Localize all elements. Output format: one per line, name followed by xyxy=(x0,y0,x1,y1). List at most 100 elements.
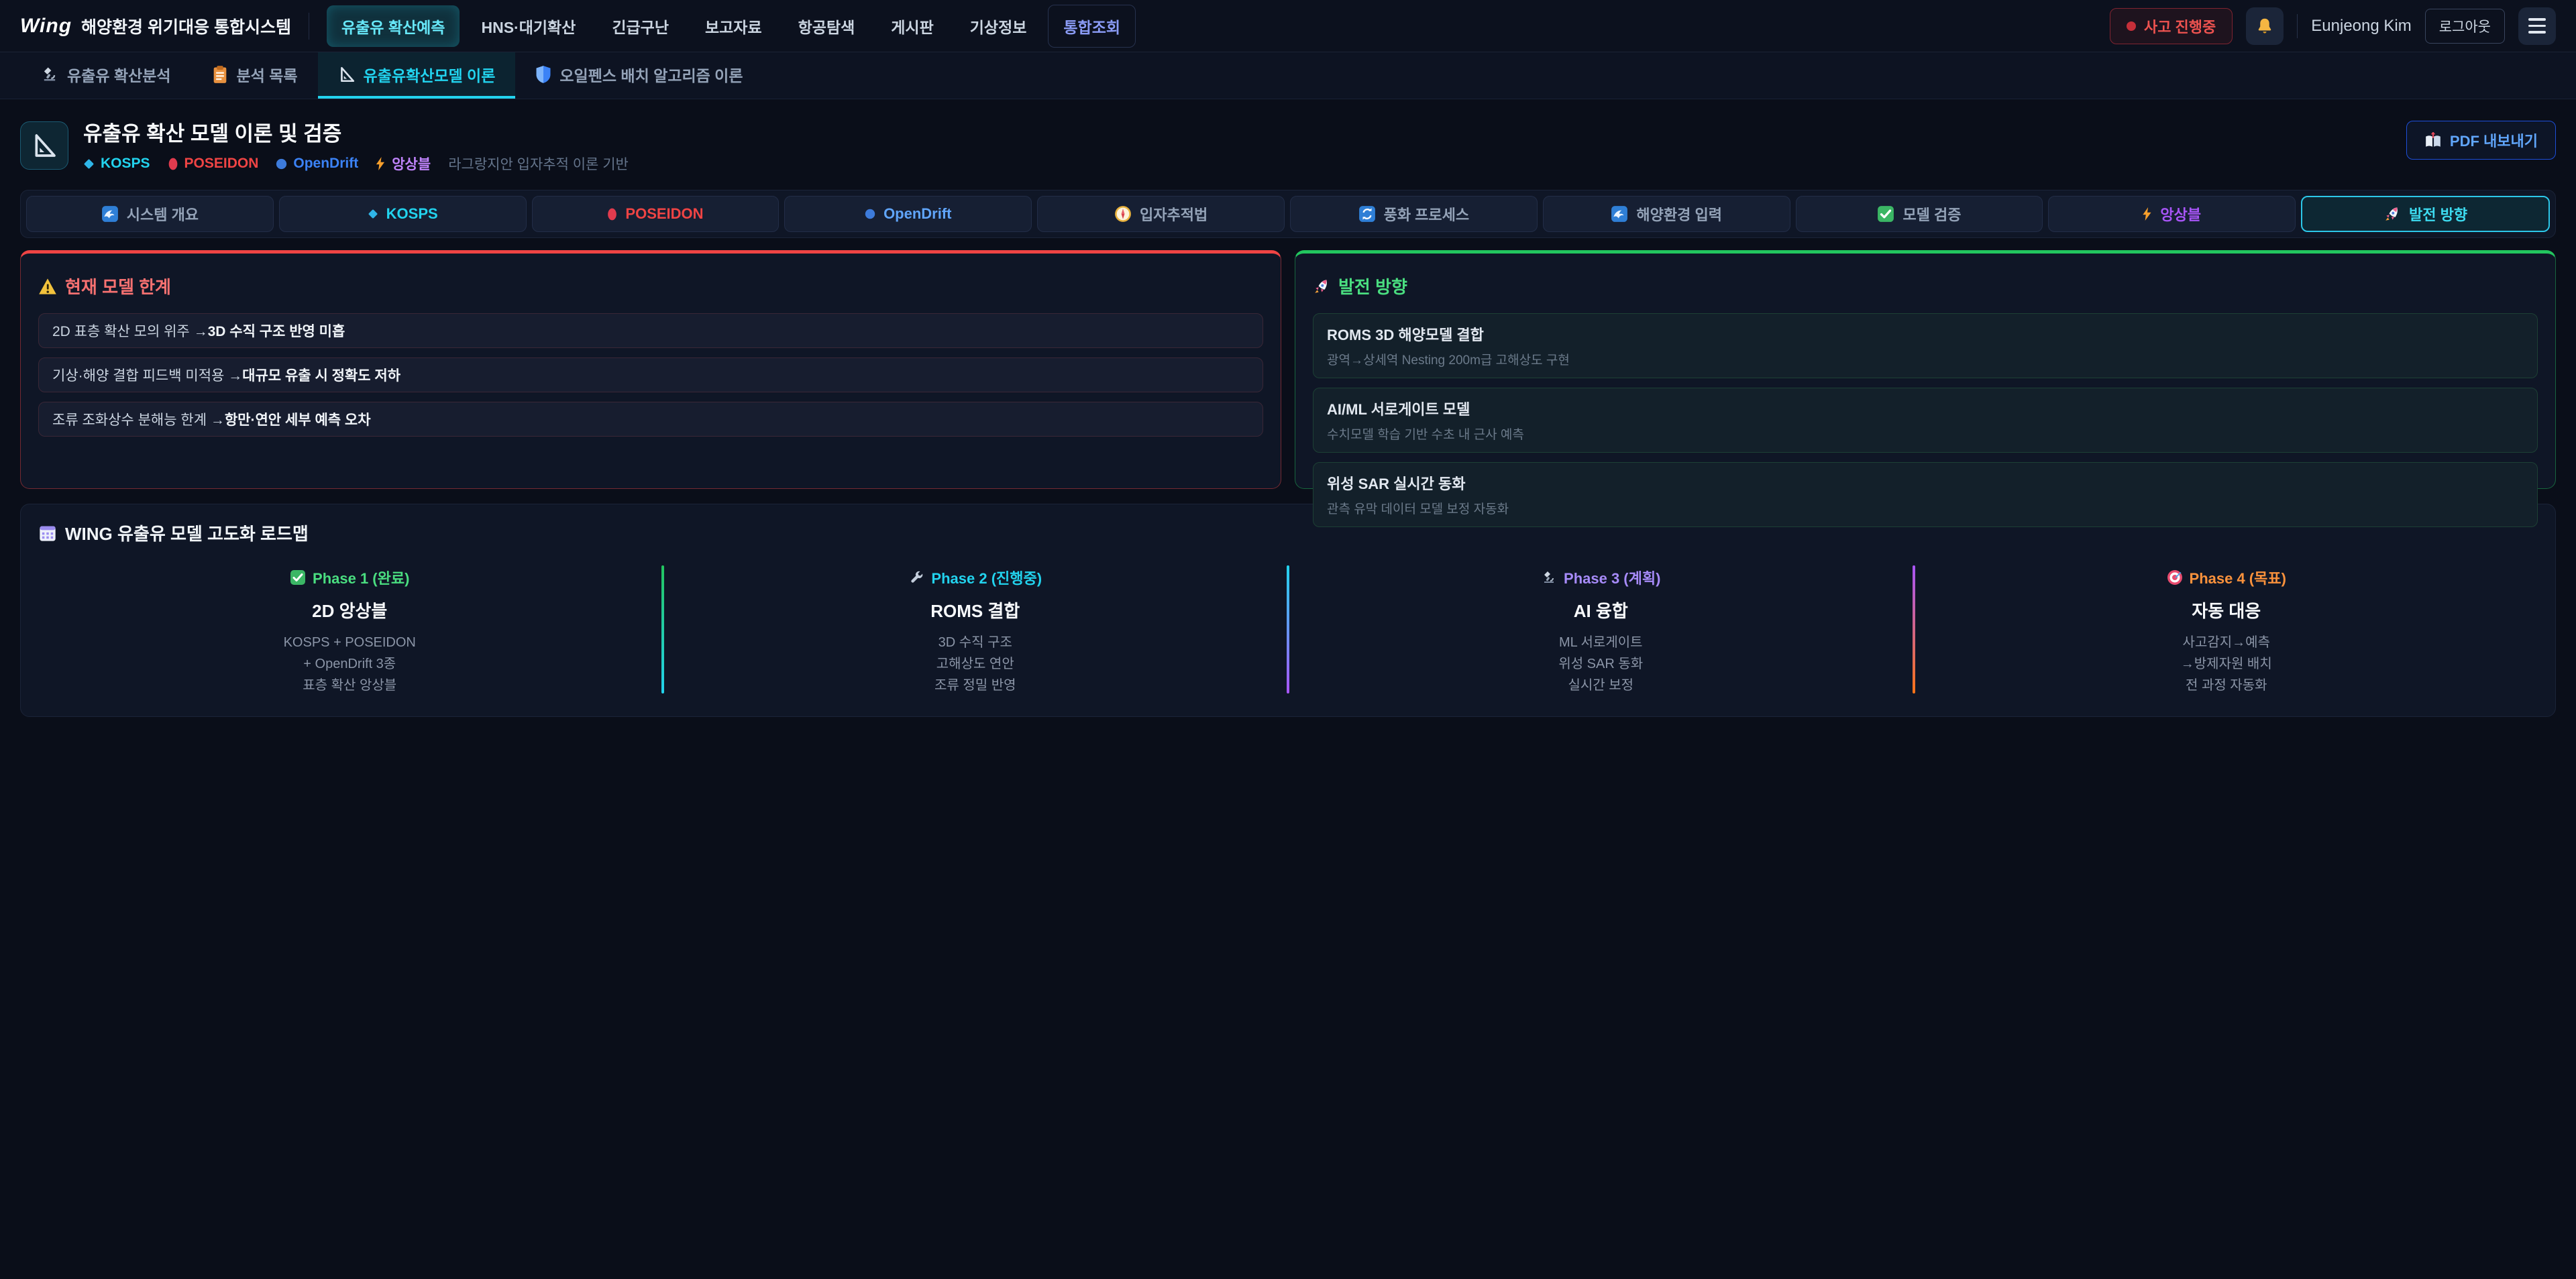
header-right: 사고 진행중 Eunjeong Kim 로그아웃 xyxy=(2110,7,2556,45)
current-model-limitations-card: 현재 모델 한계 2D 표층 확산 모의 위주 → 3D 수직 구조 반영 미흡… xyxy=(20,250,1281,489)
pill-ensemble[interactable]: 앙상블 xyxy=(2048,196,2296,232)
pill-kosps[interactable]: KOSPS xyxy=(279,196,527,232)
calendar-icon xyxy=(38,524,57,543)
section-pill-nav: 시스템 개요 KOSPS POSEIDON OpenDrift 입자추적법 풍화… xyxy=(20,190,2556,238)
logout-button[interactable]: 로그아웃 xyxy=(2425,9,2505,44)
phase-line: 고해상도 연안 xyxy=(664,653,1287,675)
menu-button[interactable] xyxy=(2518,7,2556,45)
future-item: 위성 SAR 실시간 동화 관측 유막 데이터 모델 보정 자동화 xyxy=(1313,462,2538,527)
notifications-button[interactable] xyxy=(2246,7,2284,45)
pill-poseidon[interactable]: POSEIDON xyxy=(532,196,780,232)
nav-weather-info[interactable]: 기상정보 xyxy=(955,5,1042,47)
menu-icon xyxy=(2528,18,2546,34)
future-item: ROMS 3D 해양모델 결합 광역→상세역 Nesting 200m급 고해상… xyxy=(1313,313,2538,378)
tab-label: 오일펜스 배치 알고리즘 이론 xyxy=(559,63,743,86)
wrench-icon xyxy=(908,569,924,586)
phase-1: Phase 1 (완료) 2D 앙상블 KOSPS + POSEIDON + O… xyxy=(38,563,661,696)
ruler-icon xyxy=(31,132,58,159)
badge-opendrift: OpenDrift xyxy=(276,156,358,172)
limitation-item: 2D 표층 확산 모의 위주 → 3D 수직 구조 반영 미흡 xyxy=(38,313,1263,348)
ruler-icon xyxy=(338,66,356,83)
pill-weathering-process[interactable]: 풍화 프로세스 xyxy=(1290,196,1538,232)
pill-future-direction[interactable]: 발전 방향 xyxy=(2301,196,2550,232)
phase-4: Phase 4 (목표) 자동 대응 사고감지→예측 →방제자원 배치 전 과정… xyxy=(1915,563,2538,696)
phase-line: 사고감지→예측 xyxy=(1915,632,2538,653)
phase-4-badge: Phase 4 (목표) xyxy=(2167,567,2286,588)
rocket-icon xyxy=(2383,205,2401,223)
page-title: 유출유 확산 모델 이론 및 검증 xyxy=(83,117,629,147)
wing-logo: Wing xyxy=(20,15,72,38)
content-panels: 현재 모델 한계 2D 표층 확산 모의 위주 → 3D 수직 구조 반영 미흡… xyxy=(20,250,2556,489)
nav-board[interactable]: 게시판 xyxy=(876,5,948,47)
check-icon xyxy=(290,569,306,586)
limitations-title: 현재 모델 한계 xyxy=(65,274,171,298)
check-icon xyxy=(1877,205,1894,223)
blue-circle-icon xyxy=(276,158,287,170)
bell-icon xyxy=(2255,16,2275,36)
nav-oil-spill-forecast[interactable]: 유출유 확산예측 xyxy=(327,5,460,47)
page-title-group: 유출유 확산 모델 이론 및 검증 KOSPS POSEIDON OpenDri… xyxy=(83,117,629,174)
phase-1-title: 2D 앙상블 xyxy=(38,598,661,622)
phase-line: + OpenDrift 3종 xyxy=(38,653,661,675)
phase-1-badge: Phase 1 (완료) xyxy=(290,567,409,588)
tab-diffusion-model-theory[interactable]: 유출유확산모델 이론 xyxy=(318,52,516,99)
main-nav: 유출유 확산예측 HNS·대기확산 긴급구난 보고자료 항공탐색 게시판 기상정… xyxy=(327,5,1136,48)
incident-status-label: 사고 진행중 xyxy=(2144,15,2216,37)
tab-spill-analysis[interactable]: 유출유 확산분석 xyxy=(20,52,191,99)
pdf-export-button[interactable]: PDF 내보내기 xyxy=(2406,121,2556,160)
limitation-item: 조류 조화상수 분해능 한계 → 항만·연안 세부 예측 오차 xyxy=(38,402,1263,437)
diamond-icon xyxy=(368,209,378,219)
phase-3: Phase 3 (계획) AI 융합 ML 서로게이트 위성 SAR 동화 실시… xyxy=(1289,563,1913,696)
incident-status-badge[interactable]: 사고 진행중 xyxy=(2110,8,2233,44)
microscope-icon xyxy=(1541,569,1557,586)
bolt-icon xyxy=(376,157,386,170)
refresh-icon xyxy=(1358,205,1376,223)
limitation-item: 기상·해양 결합 피드백 미적용 → 대규모 유출 시 정확도 저하 xyxy=(38,357,1263,392)
clipboard-icon xyxy=(211,65,229,84)
phase-line: 3D 수직 구조 xyxy=(664,632,1287,653)
sub-tabbar: 유출유 확산분석 분석 목록 유출유확산모델 이론 오일펜스 배치 알고리즘 이… xyxy=(0,52,2576,99)
phase-line: 위성 SAR 동화 xyxy=(1289,653,1913,675)
app-title: 해양환경 위기대응 통합시스템 xyxy=(81,14,291,38)
tab-oil-fence-algorithm[interactable]: 오일펜스 배치 알고리즘 이론 xyxy=(515,52,763,99)
brand: Wing 해양환경 위기대응 통합시스템 xyxy=(20,14,291,38)
tab-label: 분석 목록 xyxy=(237,63,298,86)
top-header: Wing 해양환경 위기대응 통합시스템 유출유 확산예측 HNS·대기확산 긴… xyxy=(0,0,2576,52)
blue-circle-icon xyxy=(865,209,875,219)
nav-integrated-search[interactable]: 통합조회 xyxy=(1048,5,1136,48)
phase-line: KOSPS + POSEIDON xyxy=(38,632,661,653)
pill-opendrift[interactable]: OpenDrift xyxy=(784,196,1032,232)
pdf-icon xyxy=(2424,132,2442,148)
roadmap-phases: Phase 1 (완료) 2D 앙상블 KOSPS + POSEIDON + O… xyxy=(38,563,2538,696)
wave-icon xyxy=(101,205,119,223)
red-ellipse-icon xyxy=(168,158,178,170)
target-icon xyxy=(2167,569,2183,586)
header-divider xyxy=(2297,14,2298,38)
phase-2: Phase 2 (진행중) ROMS 결합 3D 수직 구조 고해상도 연안 조… xyxy=(664,563,1287,696)
future-title: 발전 방향 xyxy=(1338,274,1407,298)
phase-line: →방제자원 배치 xyxy=(1915,653,2538,675)
pill-marine-env-input[interactable]: 해양환경 입력 xyxy=(1543,196,1790,232)
pill-model-validation[interactable]: 모델 검증 xyxy=(1796,196,2043,232)
incident-dot-icon xyxy=(2127,21,2136,31)
nav-reports[interactable]: 보고자료 xyxy=(690,5,777,47)
rocket-icon xyxy=(1313,278,1330,295)
pdf-export-label: PDF 내보내기 xyxy=(2450,129,2538,151)
compass-icon xyxy=(1114,205,1132,223)
microscope-icon xyxy=(40,65,59,84)
nav-air-search[interactable]: 항공탐색 xyxy=(784,5,870,47)
nav-hns-dispersion[interactable]: HNS·대기확산 xyxy=(466,5,590,47)
badge-kosps: KOSPS xyxy=(83,156,150,172)
nav-emergency-rescue[interactable]: 긴급구난 xyxy=(597,5,684,47)
future-item: AI/ML 서로게이트 모델 수치모델 학습 기반 수초 내 근사 예측 xyxy=(1313,388,2538,453)
phase-line: 표층 확산 앙상블 xyxy=(38,675,661,696)
pill-system-overview[interactable]: 시스템 개요 xyxy=(26,196,274,232)
roadmap-card: WING 유출유 모델 고도화 로드맵 Phase 1 (완료) 2D 앙상블 … xyxy=(20,504,2556,717)
future-direction-card: 발전 방향 ROMS 3D 해양모델 결합 광역→상세역 Nesting 200… xyxy=(1295,250,2556,489)
phase-line: 전 과정 자동화 xyxy=(1915,675,2538,696)
shield-icon xyxy=(535,65,551,84)
badge-ensemble: 앙상블 xyxy=(376,154,431,174)
pill-particle-tracking[interactable]: 입자추적법 xyxy=(1037,196,1285,232)
tab-analysis-list[interactable]: 분석 목록 xyxy=(191,52,318,99)
phase-line: ML 서로게이트 xyxy=(1289,632,1913,653)
